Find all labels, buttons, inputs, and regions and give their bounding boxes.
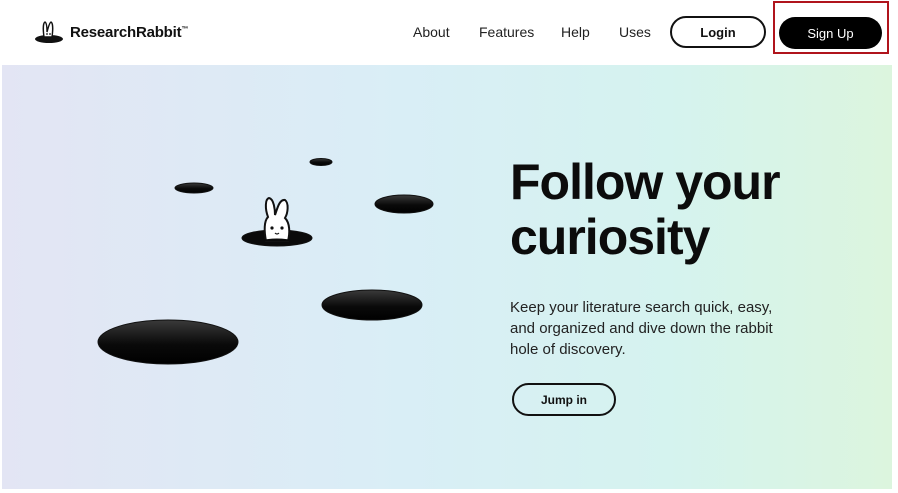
hero-title-line-1: Follow your	[510, 154, 781, 210]
hero-description: Keep your literature search quick, easy,…	[510, 299, 773, 358]
sign-up-button[interactable]: Sign Up	[779, 17, 882, 49]
nav-about[interactable]: About	[413, 24, 450, 40]
hero-title-line-2: curiosity	[510, 209, 710, 265]
site-header: ResearchRabbit™ About Features Help Uses…	[0, 0, 898, 65]
hero-section: Follow your curiosity Keep your literatu…	[2, 65, 892, 489]
rabbit-hole-icon	[174, 182, 214, 194]
rabbit-logo-icon	[35, 21, 63, 43]
rabbit-hole-icon	[309, 158, 333, 166]
rabbit-hole-icon	[321, 289, 423, 321]
rabbit-hole-icon	[97, 319, 239, 365]
nav-features[interactable]: Features	[479, 24, 534, 40]
rabbit-icon	[241, 196, 313, 247]
logo-text: ResearchRabbit™	[70, 23, 189, 41]
rabbit-holes-illustration	[97, 158, 434, 365]
logo[interactable]: ResearchRabbit™	[34, 18, 188, 46]
login-button[interactable]: Login	[670, 16, 766, 48]
rabbit-hole-icon	[374, 194, 434, 214]
nav-uses[interactable]: Uses	[619, 24, 651, 40]
hero-title: Follow your curiosity	[510, 155, 870, 265]
nav-help[interactable]: Help	[561, 24, 590, 40]
jump-in-button[interactable]: Jump in	[512, 383, 616, 416]
